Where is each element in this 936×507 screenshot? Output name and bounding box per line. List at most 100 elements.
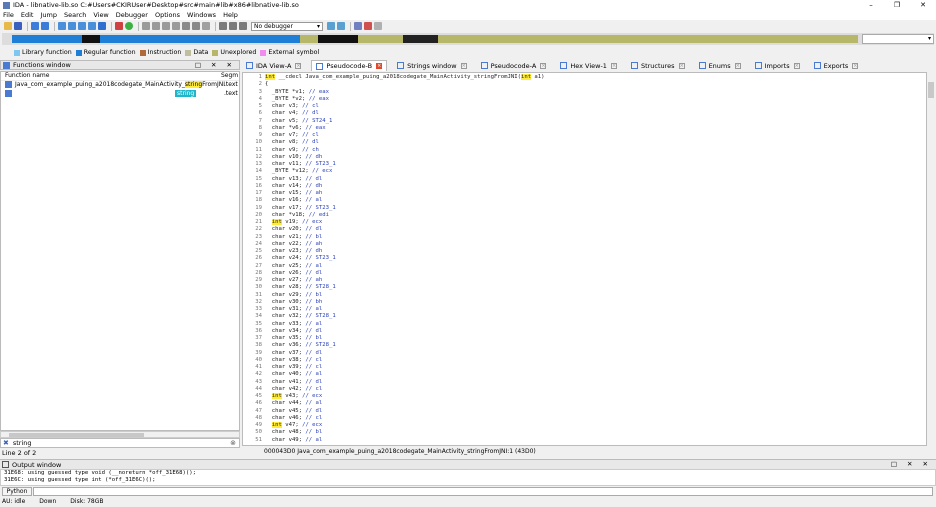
run-icon[interactable] xyxy=(125,22,133,30)
menu-options[interactable]: Options xyxy=(155,11,180,19)
tab-close-icon[interactable]: × xyxy=(610,62,617,69)
pencil-icon[interactable] xyxy=(182,22,190,30)
menu-edit[interactable]: Edit xyxy=(21,11,34,19)
tab-close-icon[interactable]: × xyxy=(376,63,383,69)
graph-icon[interactable] xyxy=(142,22,150,30)
functions-window-header: Functions window □ ✕ ✕ xyxy=(0,60,240,70)
back-icon[interactable] xyxy=(31,22,39,30)
forward-icon[interactable] xyxy=(41,22,49,30)
code-comment: // ST28_1 xyxy=(305,284,336,291)
scroll-thumb[interactable] xyxy=(9,433,144,437)
text-search-icon[interactable] xyxy=(68,22,76,30)
function-row[interactable]: Java_com_example_puing_a2018codegate_Mai… xyxy=(1,81,239,90)
functions-hscrollbar[interactable] xyxy=(0,431,240,438)
tab-pseudocode-a[interactable]: Pseudocode-A × xyxy=(477,60,551,71)
pause-icon[interactable] xyxy=(229,22,237,30)
code-text: char v36; // ST28_1 xyxy=(265,342,336,349)
code-line: 44 char v42; // cl xyxy=(243,386,926,393)
line-number: 1 xyxy=(258,74,262,80)
debugger-select[interactable]: No debugger xyxy=(251,21,323,31)
code-comment: // ecx xyxy=(302,393,323,399)
code-line: 12 char v10; // dh xyxy=(243,154,926,161)
python-input[interactable] xyxy=(33,487,933,496)
tab-close-icon[interactable]: × xyxy=(295,62,302,69)
binary-icon[interactable] xyxy=(58,22,66,30)
au-status: AU: idle xyxy=(2,498,26,505)
code-text: int v43; // ecx xyxy=(271,393,323,399)
hand-icon[interactable] xyxy=(374,22,382,30)
attach-icon[interactable] xyxy=(327,22,335,30)
tools-icon[interactable] xyxy=(354,22,362,30)
scroll-thumb[interactable] xyxy=(928,82,934,98)
code-line: 7 char v5; // ST24_1 xyxy=(243,118,926,125)
struct-icon[interactable] xyxy=(162,22,170,30)
tab-ida-view-a[interactable]: IDA View-A × xyxy=(242,60,305,71)
tab-pseudocode-b[interactable]: Pseudocode-B × xyxy=(311,60,388,71)
line-number: 35 xyxy=(255,320,262,327)
menu-help[interactable]: Help xyxy=(223,11,238,19)
tab-close-icon[interactable]: × xyxy=(852,62,859,69)
output-window-controls[interactable]: □ ✕ ✕ xyxy=(891,460,932,468)
menu-jump[interactable]: Jump xyxy=(40,11,57,19)
minimize-button[interactable]: – xyxy=(858,0,884,10)
code-comment: // dl xyxy=(305,349,323,356)
menu-view[interactable]: View xyxy=(93,11,108,19)
flag-icon[interactable] xyxy=(364,22,372,30)
tab-close-icon[interactable]: × xyxy=(460,62,467,69)
code-line: 29 char v27; // ah xyxy=(243,277,926,284)
maximize-button[interactable]: ❐ xyxy=(884,0,910,10)
code-text: char v13; // dl xyxy=(265,175,323,182)
code-line: 33 char v31; // al xyxy=(243,306,926,313)
tab-close-icon[interactable]: × xyxy=(734,62,741,69)
play-icon[interactable] xyxy=(219,22,227,30)
code-vscrollbar[interactable] xyxy=(927,72,936,456)
navigation-band[interactable] xyxy=(2,33,934,45)
tab-close-icon[interactable]: × xyxy=(540,62,547,69)
tab-hex-view-1[interactable]: Hex View-1 × xyxy=(556,60,621,71)
plugin-icon[interactable] xyxy=(172,22,180,30)
tab-strings-window[interactable]: Strings window × xyxy=(393,60,471,71)
menu-windows[interactable]: Windows xyxy=(187,11,216,19)
cross-icon[interactable] xyxy=(202,22,210,30)
immediate-icon[interactable] xyxy=(88,22,96,30)
menu-search[interactable]: Search xyxy=(64,11,86,19)
search-close-icon[interactable]: ✖ xyxy=(3,439,9,447)
tab-structures[interactable]: Structures × xyxy=(627,60,689,71)
open-icon[interactable] xyxy=(4,22,12,30)
code-text: char v41; // dl xyxy=(265,378,323,385)
menu-debugger[interactable]: Debugger xyxy=(116,11,148,19)
code-comment: // dl xyxy=(305,407,323,414)
python-button[interactable]: Python xyxy=(2,487,32,496)
code-comment: // cl xyxy=(305,385,323,392)
tab-exports[interactable]: Exports × xyxy=(810,60,863,71)
code-text: { xyxy=(265,81,269,88)
tab-imports[interactable]: Imports × xyxy=(751,60,804,71)
close-button[interactable]: ✕ xyxy=(910,0,936,10)
toolbar-separator xyxy=(350,21,351,31)
stop-icon[interactable] xyxy=(115,22,123,30)
down-arrow-icon[interactable] xyxy=(98,22,106,30)
code-comment: // dl xyxy=(302,110,319,117)
line-number: 26 xyxy=(255,255,262,262)
code-text: _BYTE *v1; // eax xyxy=(265,88,330,95)
pseudocode-view[interactable]: 1 int __cdecl Java_com_example_puing_a20… xyxy=(242,72,927,446)
code-text: char v24; // ST23_1 xyxy=(265,255,336,262)
search-input[interactable]: string xyxy=(13,439,32,447)
sequence-icon[interactable] xyxy=(78,22,86,30)
col-segment[interactable]: Segm xyxy=(221,72,238,79)
chart-icon[interactable] xyxy=(192,22,200,30)
tab-enums[interactable]: Enums × xyxy=(695,60,745,71)
refresh-icon[interactable] xyxy=(337,22,345,30)
functions-window-controls[interactable]: □ ✕ ✕ xyxy=(195,61,236,69)
stop-debug-icon[interactable] xyxy=(239,22,247,30)
menu-file[interactable]: File xyxy=(3,11,14,19)
save-icon[interactable] xyxy=(14,22,22,30)
nav-dropdown[interactable] xyxy=(862,34,934,44)
code-line: 49 int v47; // ecx xyxy=(243,422,926,429)
col-function-name[interactable]: Function name xyxy=(5,72,49,79)
tab-close-icon[interactable]: × xyxy=(678,62,685,69)
clear-search-icon[interactable]: ⊗ xyxy=(230,439,236,447)
flow-icon[interactable] xyxy=(152,22,160,30)
function-row[interactable]: string .text xyxy=(1,90,239,99)
tab-close-icon[interactable]: × xyxy=(793,62,800,69)
